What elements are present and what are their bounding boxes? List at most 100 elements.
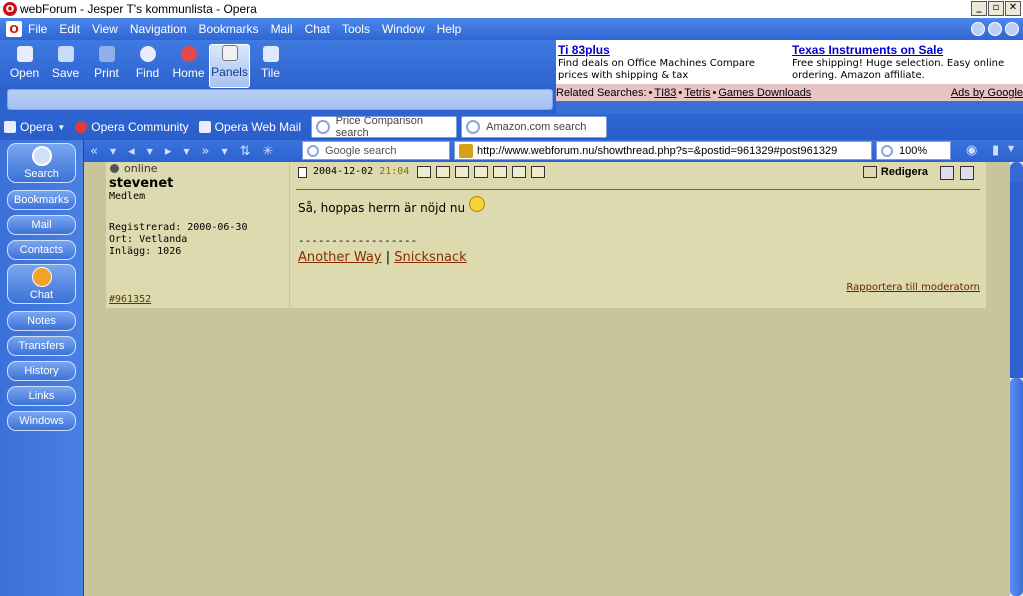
menu-edit[interactable]: Edit	[59, 22, 80, 36]
buddy-icon[interactable]	[512, 166, 527, 178]
fast-forward-icon[interactable]: »	[202, 144, 210, 159]
ad-2-title[interactable]: Texas Instruments on Sale	[792, 43, 1022, 57]
vertical-scrollbar[interactable]	[1010, 162, 1023, 596]
ad-2-description: Free shipping! Huge selection. Easy onli…	[792, 58, 1005, 81]
personal-item-label: Opera Web Mail	[214, 120, 302, 134]
back-icon[interactable]: «	[90, 144, 98, 159]
related-link-tetris[interactable]: Tetris	[684, 87, 710, 99]
user-post-count: Inlägg: 1026	[109, 246, 182, 257]
find-button[interactable]: Find	[127, 44, 168, 88]
quote-icon[interactable]	[531, 166, 546, 178]
scroll-up-arrow[interactable]	[1010, 162, 1023, 182]
panels-icon	[221, 45, 238, 61]
save-button[interactable]: Save	[45, 44, 86, 88]
ads-by-google-link[interactable]: Ads by Google	[951, 87, 1023, 99]
panel-notes-button[interactable]: Notes	[7, 311, 76, 331]
amazon-search[interactable]: Amazon.com search	[461, 116, 608, 138]
menu-view[interactable]: View	[92, 22, 118, 36]
menu-tools[interactable]: Tools	[342, 22, 370, 36]
open-button[interactable]: Open	[4, 44, 45, 88]
zoom-icon	[881, 144, 893, 157]
close-button[interactable]: ✕	[1005, 1, 1021, 16]
menu-window[interactable]: Window	[382, 22, 425, 36]
panel-bookmarks-button[interactable]: Bookmarks	[7, 190, 76, 210]
stop-icon[interactable]: ✳	[263, 144, 274, 159]
mdi-controls	[971, 22, 1019, 36]
bar-chart-dropdown-icon[interactable]: ▼	[1008, 144, 1014, 153]
mdi-restore-button[interactable]	[988, 22, 1002, 36]
reply-icon[interactable]	[960, 166, 974, 180]
ad-1-title[interactable]: Ti 83plus	[558, 43, 788, 57]
url-field[interactable]: http://www.webforum.nu/showthread.php?s=…	[454, 141, 872, 160]
panel-links-button[interactable]: Links	[7, 386, 76, 406]
minimize-button[interactable]: _	[971, 1, 987, 16]
menu-help[interactable]: Help	[437, 22, 462, 36]
personal-item-opera[interactable]: Opera ▼	[4, 120, 65, 134]
panel-history-button[interactable]: History	[7, 361, 76, 381]
edit-button[interactable]: Redigera	[862, 166, 928, 178]
menu-bookmarks[interactable]: Bookmarks	[199, 22, 259, 36]
panel-chat-button[interactable]: Chat	[7, 264, 76, 304]
panel-mail-button[interactable]: Mail	[7, 215, 76, 235]
forum-post: online stevenet Medlem Registrerad: 2000…	[106, 162, 986, 308]
mdi-minimize-button[interactable]	[971, 22, 985, 36]
scroll-track[interactable]	[1010, 182, 1023, 378]
signature-link-snicksnack[interactable]: Snicksnack	[394, 250, 466, 265]
panels-button[interactable]: Panels	[209, 44, 250, 88]
multiquote-icon[interactable]	[940, 166, 954, 180]
username[interactable]: stevenet	[109, 176, 173, 191]
related-link-ti83[interactable]: TI83	[654, 87, 676, 99]
menu-file[interactable]: File	[28, 22, 47, 36]
personal-item-label: Opera Community	[91, 120, 189, 134]
search-icon	[31, 146, 52, 166]
scroll-thumb[interactable]	[1010, 378, 1023, 596]
fast-forward-dropdown-icon[interactable]: ▼	[221, 147, 227, 156]
title-bar: O webForum - Jesper T's kommunlista - Op…	[0, 0, 1023, 18]
tile-button[interactable]: Tile	[250, 44, 291, 88]
url-text: http://www.webforum.nu/showthread.php?s=…	[477, 144, 838, 157]
post-user-info: online stevenet Medlem Registrerad: 2000…	[106, 162, 290, 308]
homepage-icon[interactable]	[474, 166, 489, 178]
ad-item-2: Texas Instruments on Sale Free shipping!…	[792, 43, 1022, 82]
signature-link-another-way[interactable]: Another Way	[298, 250, 382, 265]
price-comparison-search[interactable]: Price Comparison search	[311, 115, 458, 139]
personal-item-opera-community[interactable]: Opera Community	[75, 120, 189, 134]
menu-mail[interactable]: Mail	[271, 22, 293, 36]
rewind-dropdown-icon[interactable]: ▼	[147, 147, 153, 156]
restore-button[interactable]: ▫	[988, 1, 1004, 16]
forward-dropdown-icon[interactable]: ▼	[183, 147, 189, 156]
post-number-link[interactable]: #961352	[109, 294, 151, 305]
panel-contacts-button[interactable]: Contacts	[7, 240, 76, 260]
email-icon[interactable]	[455, 166, 470, 178]
ad-item-1: Ti 83plus Find deals on Office Machines …	[558, 43, 788, 82]
opera-icon	[75, 121, 88, 133]
report-moderator-link[interactable]: Rapportera till moderatorn	[846, 282, 980, 293]
profile-icon[interactable]	[436, 166, 451, 178]
personal-item-opera-web-mail[interactable]: Opera Web Mail	[198, 120, 302, 134]
bar-chart-icon[interactable]: ▮	[992, 143, 999, 158]
home-button[interactable]: Home	[168, 44, 209, 88]
panel-transfers-button[interactable]: Transfers	[7, 336, 76, 356]
address-input[interactable]	[7, 89, 553, 110]
go-icon[interactable]: ◉	[966, 143, 977, 158]
reload-icon[interactable]: ⇅	[240, 144, 251, 159]
print-label: Print	[94, 66, 119, 80]
related-link-games-downloads[interactable]: Games Downloads	[718, 87, 811, 99]
opera-menu-icon[interactable]: O	[6, 21, 22, 37]
panel-windows-button[interactable]: Windows	[7, 411, 76, 431]
mdi-close-button[interactable]	[1005, 22, 1019, 36]
back-dropdown-icon[interactable]: ▼	[110, 147, 116, 156]
question-icon[interactable]	[417, 166, 432, 178]
google-search-field[interactable]: Google search	[302, 141, 450, 160]
zoom-field[interactable]: 100%	[876, 141, 951, 160]
menu-navigation[interactable]: Navigation	[130, 22, 187, 36]
search-user-icon[interactable]	[493, 166, 508, 178]
rewind-icon[interactable]: ◂	[128, 144, 135, 159]
forward-icon[interactable]: ▸	[165, 144, 172, 159]
save-icon	[57, 46, 74, 62]
zoom-value: 100%	[899, 144, 928, 157]
print-button[interactable]: Print	[86, 44, 127, 88]
menu-chat[interactable]: Chat	[305, 22, 330, 36]
panel-search-button[interactable]: Search	[7, 143, 76, 183]
online-status: online	[110, 162, 158, 175]
